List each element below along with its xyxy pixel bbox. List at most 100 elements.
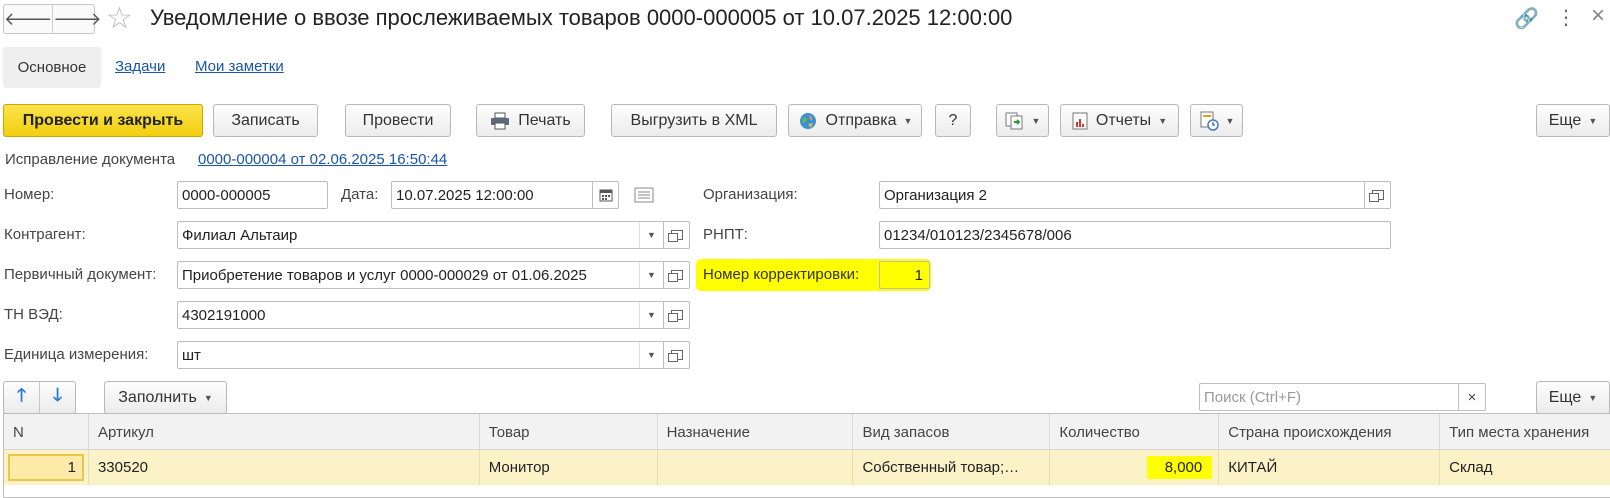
- export-xml-button[interactable]: Выгрузить в XML: [611, 104, 777, 137]
- unit-label: Единица измерения:: [4, 346, 149, 363]
- chevron-down-icon[interactable]: ▼: [639, 262, 663, 288]
- help-label: ?: [948, 111, 958, 129]
- search-field[interactable]: ×: [1199, 383, 1486, 411]
- send-button[interactable]: Отправка ▼: [788, 104, 922, 137]
- correction-number-value: 1: [914, 266, 923, 284]
- column-header-article[interactable]: Артикул: [89, 414, 480, 450]
- chevron-down-icon[interactable]: ▼: [639, 222, 663, 248]
- correction-number-field[interactable]: 1: [879, 261, 930, 289]
- forward-arrow-icon[interactable]: 🡒: [52, 5, 102, 33]
- primary-document-value: Приобретение товаров и услуг 0000-000029…: [182, 266, 587, 284]
- number-value: 0000-000005: [182, 186, 271, 204]
- document-list-icon[interactable]: [634, 187, 654, 207]
- move-buttons: 🡑 🡓: [3, 381, 76, 414]
- cell-n[interactable]: 1: [4, 450, 89, 485]
- number-label: Номер:: [4, 186, 55, 203]
- tab-tasks[interactable]: Задачи: [115, 58, 165, 75]
- column-header-country[interactable]: Страна происхождения: [1219, 414, 1441, 450]
- organization-field[interactable]: Организация 2: [879, 181, 1391, 209]
- tab-notes[interactable]: Мои заметки: [195, 58, 284, 75]
- chevron-down-icon: ▼: [903, 115, 913, 126]
- date-value: 10.07.2025 12:00:00: [396, 186, 534, 204]
- nav-buttons: 🡐 🡒: [3, 4, 102, 34]
- unit-field[interactable]: шт ▼: [177, 341, 690, 369]
- print-button[interactable]: Печать: [476, 104, 585, 137]
- move-up-icon[interactable]: 🡑: [4, 382, 39, 413]
- search-input[interactable]: [1200, 384, 1458, 410]
- move-down-icon[interactable]: 🡓: [39, 382, 75, 413]
- cell-purpose[interactable]: [658, 450, 854, 485]
- column-header-n[interactable]: N: [4, 414, 89, 450]
- document-clock-icon: [1199, 111, 1219, 131]
- date-label: Дата:: [341, 186, 379, 203]
- chevron-down-icon: ▼: [1588, 392, 1598, 403]
- open-icon[interactable]: [663, 342, 689, 368]
- cell-product[interactable]: Монитор: [480, 450, 658, 485]
- counterparty-field[interactable]: Филиал Альтаир ▼: [177, 221, 690, 249]
- post-label: Провести: [362, 111, 434, 129]
- send-label: Отправка: [825, 111, 897, 129]
- organization-label: Организация:: [703, 186, 798, 203]
- more-label: Еще: [1548, 111, 1582, 129]
- reports-button[interactable]: Отчеты ▼: [1060, 104, 1179, 137]
- chevron-down-icon[interactable]: ▼: [639, 342, 663, 368]
- open-icon[interactable]: [663, 222, 689, 248]
- primary-document-label: Первичный документ:: [4, 266, 157, 283]
- correction-label: Исправление документа: [5, 151, 176, 168]
- more-button[interactable]: Еще ▼: [1536, 104, 1610, 137]
- cell-article[interactable]: 330520: [89, 450, 480, 485]
- unit-value: шт: [182, 346, 201, 364]
- counterparty-value: Филиал Альтаир: [182, 226, 298, 244]
- open-icon[interactable]: [663, 302, 689, 328]
- chevron-down-icon[interactable]: ▼: [639, 302, 663, 328]
- tab-main[interactable]: Основное: [3, 47, 101, 88]
- cell-stock-type[interactable]: Собственный товар;…: [853, 450, 1051, 485]
- close-icon[interactable]: ×: [1591, 2, 1605, 30]
- correction-number-label: Номер корректировки:: [703, 266, 860, 283]
- chevron-down-icon: ▼: [1588, 115, 1598, 126]
- chevron-down-icon: ▼: [203, 392, 213, 403]
- rnpt-field[interactable]: 01234/010123/2345678/006: [879, 221, 1391, 249]
- column-header-purpose[interactable]: Назначение: [658, 414, 854, 450]
- more-actions-icon[interactable]: ⋮: [1556, 5, 1576, 30]
- calendar-icon[interactable]: [592, 182, 618, 208]
- open-icon[interactable]: [1364, 182, 1390, 208]
- link-icon[interactable]: 🔗: [1514, 6, 1539, 31]
- reports-label: Отчеты: [1095, 111, 1152, 129]
- clear-search-icon[interactable]: ×: [1458, 384, 1485, 410]
- related-docs-button[interactable]: ▼: [996, 104, 1049, 137]
- tnved-field[interactable]: 4302191000 ▼: [177, 301, 690, 329]
- column-header-quantity[interactable]: Количество: [1050, 414, 1220, 450]
- help-button[interactable]: ?: [935, 104, 971, 137]
- date-field[interactable]: 10.07.2025 12:00:00: [391, 181, 619, 209]
- column-header-storage-type[interactable]: Тип места хранения: [1440, 414, 1610, 450]
- cell-quantity[interactable]: 8,000: [1050, 450, 1220, 485]
- primary-document-field[interactable]: Приобретение товаров и услуг 0000-000029…: [177, 261, 690, 289]
- table-row[interactable]: 1 330520 Монитор Собственный товар;… 8,0…: [4, 450, 1610, 485]
- save-button[interactable]: Записать: [213, 104, 318, 137]
- post-and-close-button[interactable]: Провести и закрыть: [3, 104, 203, 137]
- fill-button[interactable]: Заполнить ▼: [104, 381, 227, 414]
- quantity-value: 8,000: [1146, 456, 1213, 479]
- number-field[interactable]: 0000-000005: [177, 181, 328, 209]
- table-more-label: Еще: [1548, 388, 1582, 406]
- goods-table: N Артикул Товар Назначение Вид запасов К…: [3, 413, 1610, 498]
- post-button[interactable]: Провести: [345, 104, 451, 137]
- printer-icon: [490, 112, 510, 130]
- export-xml-label: Выгрузить в XML: [630, 111, 758, 129]
- open-icon[interactable]: [663, 262, 689, 288]
- row-number: 1: [8, 454, 84, 481]
- cell-country[interactable]: КИТАЙ: [1219, 450, 1441, 485]
- back-arrow-icon[interactable]: 🡐: [4, 5, 52, 33]
- table-more-button[interactable]: Еще ▼: [1536, 381, 1610, 414]
- favorite-star-icon[interactable]: ☆: [106, 2, 133, 36]
- correction-document-link[interactable]: 0000-000004 от 02.06.2025 16:50:44: [198, 151, 447, 168]
- column-header-stock-type[interactable]: Вид запасов: [853, 414, 1051, 450]
- tnved-value: 4302191000: [182, 306, 266, 324]
- doc-status-button[interactable]: ▼: [1190, 104, 1243, 137]
- save-label: Записать: [231, 111, 300, 129]
- post-and-close-label: Провести и закрыть: [22, 111, 184, 129]
- cell-storage-type[interactable]: Склад: [1440, 450, 1610, 485]
- column-header-product[interactable]: Товар: [480, 414, 658, 450]
- organization-value: Организация 2: [884, 186, 987, 204]
